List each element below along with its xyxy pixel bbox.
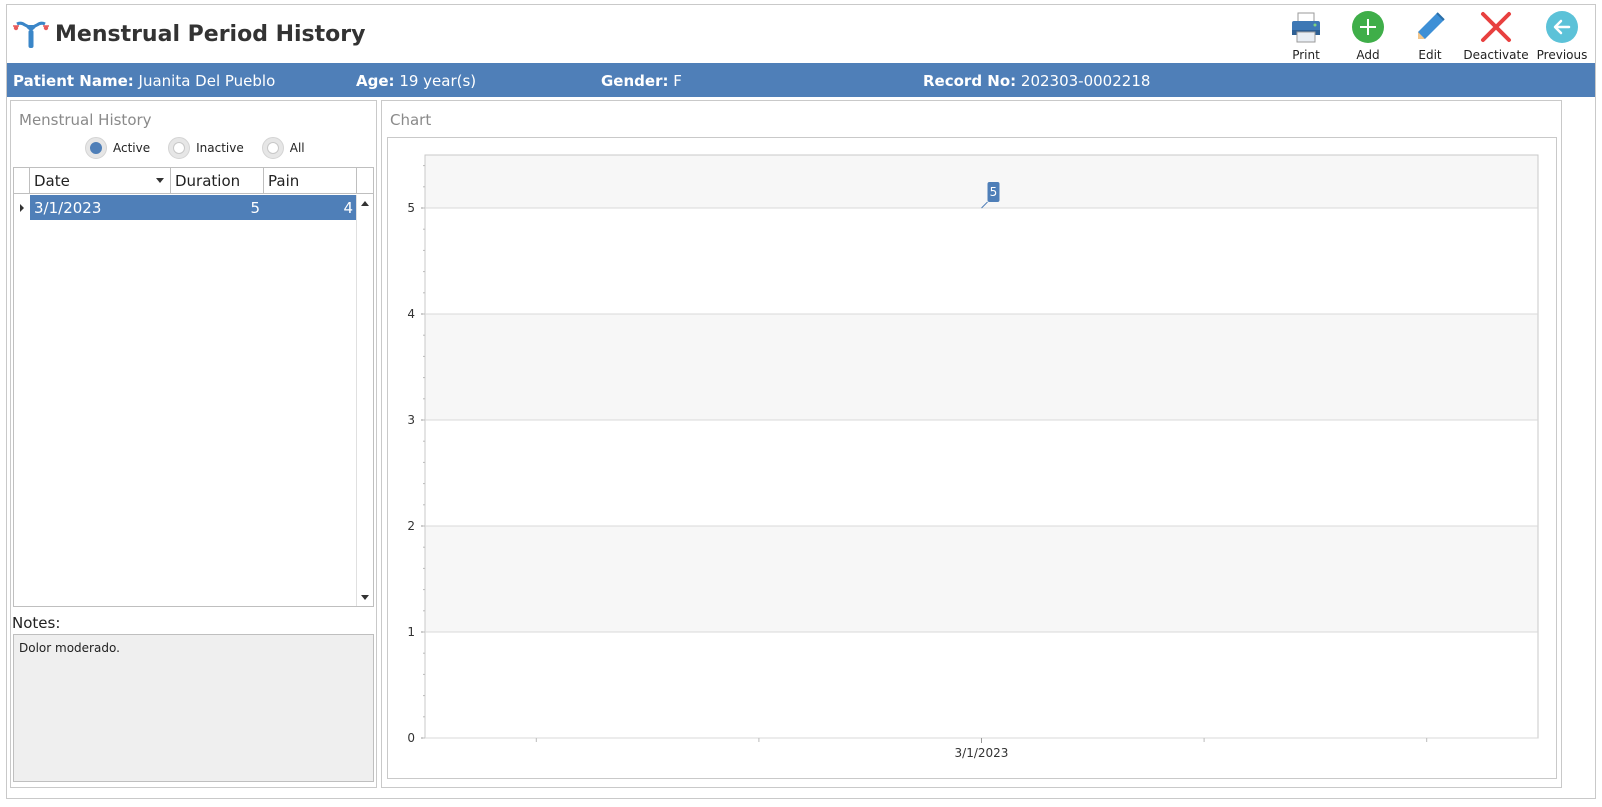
table-row[interactable]: 3/1/2023 5 4 xyxy=(14,195,357,220)
status-filter-group: Active Inactive All xyxy=(85,137,305,159)
title-bar: Menstrual Period History Print Add Edit … xyxy=(7,5,1595,63)
cell-pain[interactable]: 4 xyxy=(264,195,357,220)
notes-label: Notes: xyxy=(12,614,61,632)
record-number-label: Record No: xyxy=(923,72,1017,90)
filter-all-radio[interactable]: All xyxy=(261,137,305,159)
plot-frame xyxy=(424,154,1539,739)
chart-band xyxy=(425,314,1538,420)
print-button[interactable]: Print xyxy=(1275,7,1337,63)
patient-gender-value: F xyxy=(673,72,682,90)
menstrual-history-panel: Menstrual History Active Inactive All Da… xyxy=(10,100,377,788)
cell-date[interactable]: 3/1/2023 xyxy=(30,195,171,220)
patient-age-field: Age: 19 year(s) xyxy=(356,72,476,90)
edit-label: Edit xyxy=(1418,48,1442,62)
record-number-value: 202303-0002218 xyxy=(1020,72,1151,90)
y-tick-label: 3 xyxy=(407,413,415,427)
filter-active-label: Active xyxy=(113,141,151,155)
table-row-cells: 3/1/2023 5 4 xyxy=(30,195,357,220)
patient-name-value: Juanita Del Pueblo xyxy=(138,72,276,90)
patient-name-field: Patient Name: Juanita Del Pueblo xyxy=(13,72,275,90)
filter-active-radio[interactable]: Active xyxy=(85,137,150,159)
radio-unselected-icon xyxy=(168,137,191,159)
chart-panel: Chart 0 1 2 3 4 5 3/1/2023 5 xyxy=(381,100,1562,788)
patient-gender-field: Gender: F xyxy=(601,72,682,90)
print-label: Print xyxy=(1292,48,1320,62)
patient-info-bar: Patient Name: Juanita Del Pueblo Age: 19… xyxy=(7,63,1595,97)
column-header-duration-label: Duration xyxy=(175,172,241,190)
x-tick-label: 3/1/2023 xyxy=(955,746,1009,760)
y-tick-label: 5 xyxy=(407,201,415,215)
chart-band xyxy=(425,155,1538,208)
row-indicator-header xyxy=(14,168,30,193)
line-chart: 0 1 2 3 4 5 3/1/2023 5 xyxy=(407,154,1539,760)
filter-inactive-label: Inactive xyxy=(196,141,244,155)
y-tick-label: 0 xyxy=(407,731,415,745)
uterus-logo-icon xyxy=(13,21,49,48)
main-window: Menstrual Period History Print Add Edit … xyxy=(6,4,1596,799)
record-number-field: Record No: 202303-0002218 xyxy=(923,72,1150,90)
grid-header: Date Duration Pain xyxy=(14,168,373,194)
current-row-indicator-icon xyxy=(14,195,30,220)
sort-descending-icon xyxy=(156,178,164,183)
pencil-icon xyxy=(1418,12,1445,39)
y-tick-label: 2 xyxy=(407,519,415,533)
grid-scrollbar[interactable] xyxy=(356,195,373,606)
y-tick-label: 1 xyxy=(407,625,415,639)
filter-inactive-radio[interactable]: Inactive xyxy=(168,137,244,159)
scroll-down-icon[interactable] xyxy=(361,595,369,600)
patient-name-label: Patient Name: xyxy=(13,72,134,90)
y-tick-label: 4 xyxy=(407,307,415,321)
column-header-pain[interactable]: Pain xyxy=(264,168,357,193)
previous-label: Previous xyxy=(1536,48,1588,62)
printer-icon xyxy=(1292,12,1320,43)
history-grid: Date Duration Pain 3/1/2023 5 4 xyxy=(13,167,374,607)
toolbar: Print Add Edit Deactivate Previous xyxy=(1275,7,1593,63)
menstrual-history-caption: Menstrual History xyxy=(19,111,152,129)
patient-gender-label: Gender: xyxy=(601,72,669,90)
add-label: Add xyxy=(1356,48,1380,62)
notes-field[interactable]: Dolor moderado. xyxy=(13,634,374,782)
chart-area: 0 1 2 3 4 5 3/1/2023 5 xyxy=(387,137,1557,779)
radio-selected-icon xyxy=(85,137,107,159)
patient-age-value: 19 year(s) xyxy=(399,72,477,90)
column-header-pain-label: Pain xyxy=(268,172,300,190)
column-header-duration[interactable]: Duration xyxy=(171,168,264,193)
radio-unselected-icon xyxy=(261,137,284,159)
back-arrow-icon xyxy=(1546,11,1578,43)
deactivate-label: Deactivate xyxy=(1463,48,1529,62)
chart-caption: Chart xyxy=(390,111,432,129)
filter-all-label: All xyxy=(289,141,305,155)
data-label: 5 xyxy=(990,185,998,199)
chart-band xyxy=(425,526,1538,632)
deactivate-button[interactable]: Deactivate xyxy=(1461,7,1531,63)
column-header-date-label: Date xyxy=(34,172,70,190)
patient-age-label: Age: xyxy=(356,72,395,90)
column-header-date[interactable]: Date xyxy=(30,168,171,193)
add-icon xyxy=(1352,11,1384,43)
scroll-up-icon[interactable] xyxy=(361,201,369,206)
cell-duration[interactable]: 5 xyxy=(171,195,264,220)
edit-button[interactable]: Edit xyxy=(1399,7,1461,63)
add-button[interactable]: Add xyxy=(1337,7,1399,63)
page-title: Menstrual Period History xyxy=(55,22,366,47)
close-icon xyxy=(1481,12,1511,42)
previous-button[interactable]: Previous xyxy=(1531,7,1593,63)
